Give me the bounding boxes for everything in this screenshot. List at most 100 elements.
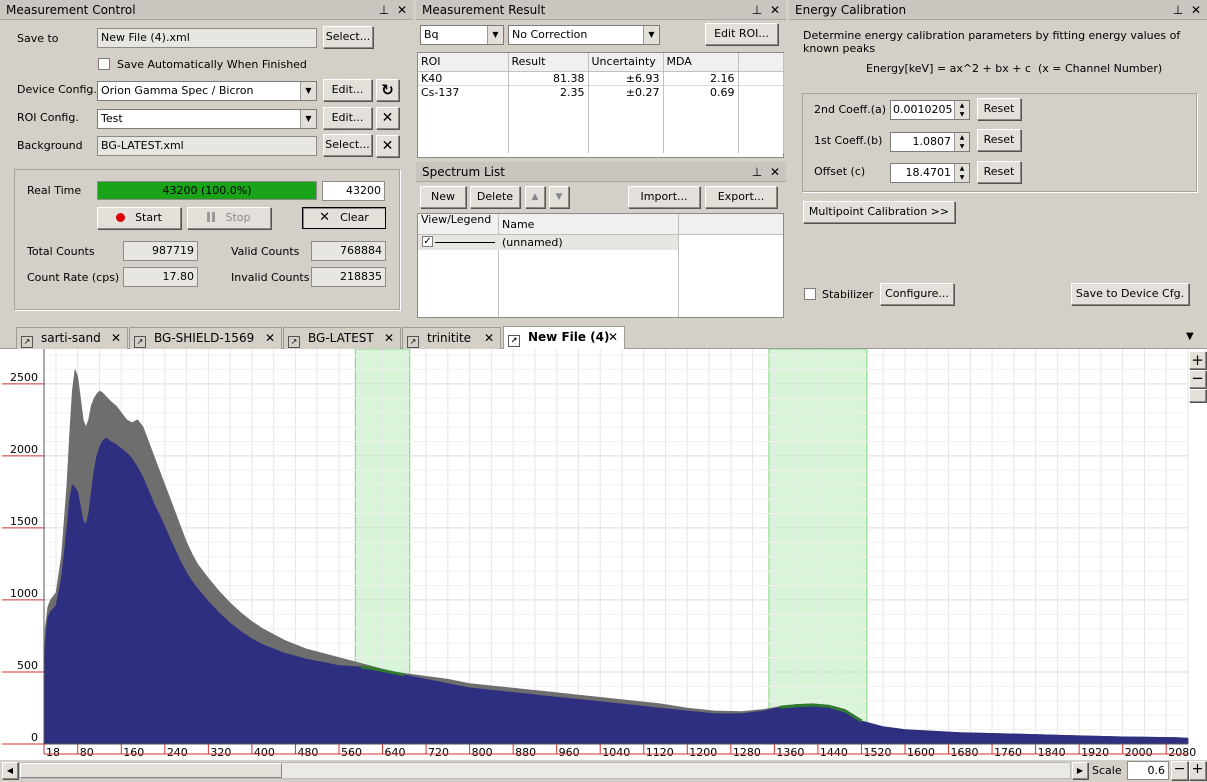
reset-c-button[interactable]: Reset [977,161,1021,183]
select-background-button[interactable]: Select... [323,134,372,156]
close-icon[interactable]: ✕ [395,0,409,20]
chevron-down-icon[interactable]: ▼ [487,26,503,44]
close-icon[interactable]: ✕ [484,331,494,345]
x-tick-label: 1680 [951,746,979,759]
select-save-button[interactable]: Select... [323,26,373,48]
pin-icon[interactable]: ⊥ [750,162,764,182]
list-item[interactable]: ✓ (unnamed) [418,235,678,250]
reset-a-button[interactable]: Reset [977,98,1021,120]
spinner-arrows-icon[interactable]: ▲ ▼ [954,164,969,182]
chevron-down-icon[interactable]: ▼ [300,82,316,100]
col-result[interactable]: Result [508,53,589,72]
spinner-arrows-icon[interactable]: ▲ ▼ [954,133,969,151]
zoom-in-icon[interactable]: + [1189,351,1206,369]
close-icon[interactable]: ✕ [608,330,618,344]
zoom-out-icon[interactable]: − [1189,370,1206,388]
close-icon[interactable]: ✕ [768,0,782,20]
export-button[interactable]: Export... [705,186,777,208]
plot-area[interactable]: 0 500 1000 1500 2000 2500 18 80 160 240 320 400 480 5… [0,349,1207,760]
tab-list-dropdown-icon[interactable]: ▼ [1186,331,1194,342]
roi-config-value: Test [101,112,123,125]
new-spectrum-button[interactable]: New [420,186,466,208]
x-tick-label: 1200 [689,746,717,759]
col-view-legend[interactable]: View/Legend [421,214,497,235]
tab-bg-shield-1569[interactable]: ↗ BG-SHIELD-1569 ✕ [129,327,282,349]
scale-input[interactable]: 0.6 [1127,761,1169,780]
x-tick-label: 1840 [1038,746,1066,759]
scroll-left-icon[interactable]: ◀ [2,762,18,779]
x-tick-label: 160 [123,746,144,759]
stop-button[interactable]: Stop [187,207,271,229]
edit-roi-button[interactable]: Edit ROI... [705,23,778,45]
edit-roi-config-button[interactable]: Edit... [323,107,372,129]
reset-b-button[interactable]: Reset [977,129,1021,151]
close-icon[interactable]: ✕ [768,162,782,182]
tab-bg-latest[interactable]: ↗ BG-LATEST ✕ [283,327,401,349]
refresh-icon[interactable]: ↻ [376,79,399,101]
stabilizer-checkbox[interactable] [804,288,816,300]
x-tick-label: 560 [341,746,362,759]
pin-icon[interactable]: ⊥ [750,0,764,20]
spinner-arrows-icon[interactable]: ▲ ▼ [954,101,969,119]
pin-icon[interactable]: ⊥ [377,0,391,20]
coeff-c-spinner[interactable]: 18.4701 ▲ ▼ [890,163,970,183]
coeff-c-label: Offset (c) [814,165,866,178]
save-to-field[interactable]: New File (4).xml [97,28,317,48]
x-tick-label: 1040 [602,746,630,759]
col-uncertainty[interactable]: Uncertainty [588,53,664,72]
real-time-input[interactable]: 43200 [322,181,385,201]
coeff-a-label: 2nd Coeff.(a) [814,103,887,116]
chevron-down-icon[interactable]: ▼ [643,26,659,44]
chevron-down-icon[interactable]: ▼ [300,110,316,128]
scroll-handle[interactable] [1189,389,1206,402]
legend-checkbox[interactable]: ✓ [422,236,433,247]
x-tick-label: 880 [515,746,536,759]
clear-background-icon[interactable]: ✕ [376,135,399,157]
tab-trinitite[interactable]: ↗ trinitite ✕ [402,327,501,349]
measurement-result-panel: Measurement Result ⊥ ✕ Bq ▼ No Correctio… [416,0,786,160]
col-roi[interactable]: ROI [418,53,509,72]
close-icon[interactable]: ✕ [384,331,394,345]
move-up-icon[interactable]: ▲ [525,186,545,208]
scale-decrease-icon[interactable]: − [1171,761,1188,780]
edit-device-button[interactable]: Edit... [323,79,372,101]
tab-new-file-4[interactable]: ↗ New File (4) ✕ [503,326,625,350]
roi-config-select[interactable]: Test ▼ [97,109,317,129]
scale-increase-icon[interactable]: + [1189,761,1206,780]
close-icon[interactable]: ✕ [1189,0,1203,20]
table-row[interactable]: Cs-137 2.35 ±0.27 0.69 [418,85,784,99]
correction-select[interactable]: No Correction ▼ [508,25,660,45]
col-mda[interactable]: MDA [663,53,739,72]
clear-button[interactable]: ✕ Clear [302,207,386,229]
scroll-right-icon[interactable]: ▶ [1072,762,1088,779]
close-icon[interactable]: ✕ [111,331,121,345]
horizontal-scrollbar[interactable] [19,762,1071,779]
spectrum-plot[interactable]: 0 500 1000 1500 2000 2500 18 80 160 240 320 400 480 5… [0,349,1207,760]
unit-select[interactable]: Bq ▼ [420,25,504,45]
pin-icon[interactable]: ⊥ [1171,0,1185,20]
move-down-icon[interactable]: ▼ [549,186,569,208]
configure-button[interactable]: Configure... [880,283,954,305]
col-name[interactable]: Name [502,218,534,231]
save-device-cfg-button[interactable]: Save to Device Cfg. [1071,283,1189,305]
multipoint-calibration-button[interactable]: Multipoint Calibration >> [803,201,955,223]
count-rate-label: Count Rate (cps) [27,271,120,284]
import-button[interactable]: Import... [628,186,700,208]
table-row[interactable]: K40 81.38 ±6.93 2.16 [418,71,784,85]
device-config-label: Device Config. [17,83,97,96]
coeff-a-spinner[interactable]: 0.0010205 ▲ ▼ [890,100,970,120]
coeff-b-spinner[interactable]: 1.0807 ▲ ▼ [890,132,970,152]
delete-spectrum-button[interactable]: Delete [470,186,520,208]
y-tick-label: 500 [17,659,38,672]
start-button[interactable]: Start [97,207,181,229]
close-icon[interactable]: ✕ [265,331,275,345]
measurement-control-title: Measurement Control ⊥ ✕ [0,0,413,20]
auto-save-checkbox[interactable] [98,58,110,70]
tab-sarti-sand[interactable]: ↗ sarti-sand ✕ [16,327,128,349]
device-config-select[interactable]: Orion Gamma Spec / Bicron ▼ [97,81,317,101]
energy-calibration-panel: Energy Calibration ⊥ ✕ Determine energy … [789,0,1207,322]
spectrum-list-table: View/Legend Name ✓ (unnamed) [417,213,784,318]
background-field[interactable]: BG-LATEST.xml [97,136,317,156]
scrollbar-thumb[interactable] [20,763,282,778]
clear-roi-icon[interactable]: ✕ [376,107,399,129]
